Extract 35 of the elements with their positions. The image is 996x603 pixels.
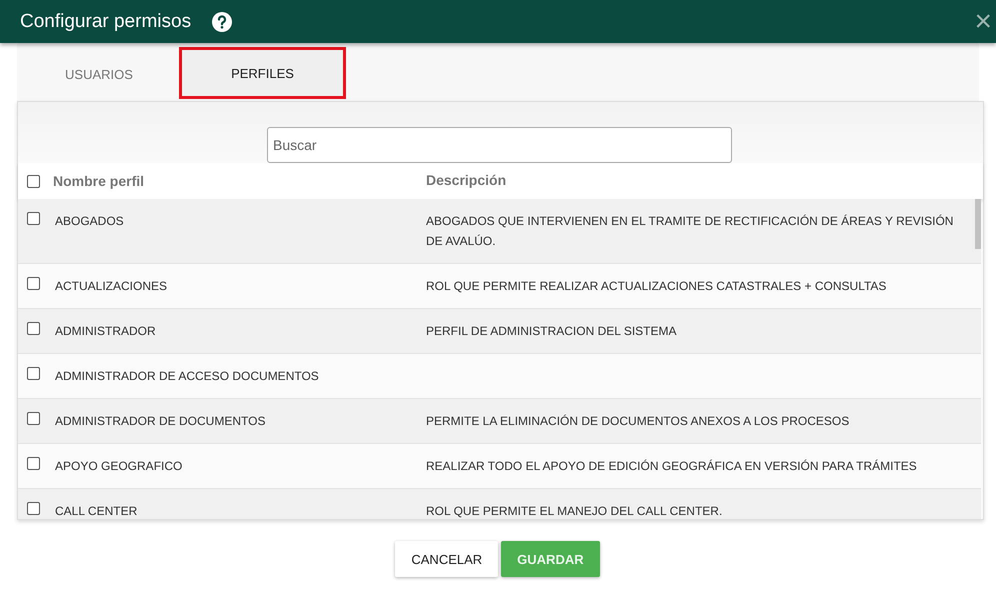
scrollbar[interactable]	[975, 199, 981, 249]
table-row[interactable]: ADMINISTRADOR PERFIL DE ADMINISTRACION DEL SISTEMA	[18, 309, 981, 354]
table-cell-text: ADMINISTRADOR	[55, 323, 156, 340]
row-checkbox[interactable]	[27, 412, 40, 425]
row-checkbox[interactable]	[27, 457, 40, 470]
row-checkbox[interactable]	[27, 277, 40, 290]
window-title: Configurar permisos	[20, 10, 192, 32]
table-cell-text: ACTUALIZACIONES	[55, 278, 168, 295]
table-row[interactable]: CALL CENTER ROL QUE PERMITE EL MANEJO DEL CALL CENTER.	[18, 489, 981, 519]
tab[interactable]: PERFILES	[179, 47, 346, 99]
table-cell-text: PERFIL DE ADMINISTRACION DEL SISTEMA	[426, 323, 678, 340]
table-cell-text: CALL CENTER	[55, 503, 138, 519]
column-header: Nombre perfil	[53, 173, 144, 189]
table-cell-text: APOYO GEOGRAFICO	[55, 458, 182, 475]
row-checkbox[interactable]	[27, 322, 40, 335]
table-cell-text: PERMITE LA ELIMINACIÓN DE DOCUMENTOS ANEXOS A LOS PROCESOS	[426, 413, 850, 430]
table-cell-text: ADMINISTRADOR DE ACCESO DOCUMENTOS	[55, 368, 319, 385]
search-field[interactable]: Buscar	[267, 127, 732, 163]
table-row[interactable]: ABOGADOS ABOGADOS QUE INTERVIENEN EN EL TRAMITE DE RECTIFICACIÓN DE ÁREAS Y REVISIÓN DE AVALÚO.	[18, 199, 981, 264]
table-row[interactable]: ADMINISTRADOR DE DOCUMENTOS PERMITE LA ELIMINACIÓN DE DOCUMENTOS ANEXOS A LOS PROCESOS	[18, 399, 981, 444]
help-icon[interactable]	[211, 10, 234, 32]
table-cell-text: ABOGADOS QUE INTERVIENEN EN EL TRAMITE DE RECTIFICACIÓN DE ÁREAS Y REVISIÓN DE AVALÚO.	[426, 213, 954, 250]
table-cell-text: ROL QUE PERMITE EL MANEJO DEL CALL CENTER.	[426, 503, 724, 519]
table-cell-text: ROL QUE PERMITE REALIZAR ACTUALIZACIONES CATASTRALES + CONSULTAS	[426, 278, 888, 295]
cancel-button[interactable]: CANCELAR	[395, 541, 498, 577]
row-checkbox[interactable]	[27, 502, 40, 515]
table-cell-text: ABOGADOS	[55, 213, 124, 230]
row-checkbox[interactable]	[27, 367, 40, 380]
column-header: Descripción	[426, 172, 506, 188]
select-all-checkbox[interactable]	[27, 174, 40, 188]
close-button[interactable]: ×	[974, 6, 992, 36]
table-cell-text: ADMINISTRADOR DE DOCUMENTOS	[55, 413, 266, 430]
table-cell-text: REALIZAR TODO EL APOYO DE EDICIÓN GEOGRÁFICA EN VERSIÓN PARA TRÁMITES	[426, 458, 918, 475]
tab[interactable]: USUARIOS	[34, 47, 164, 101]
row-checkbox[interactable]	[27, 212, 40, 225]
